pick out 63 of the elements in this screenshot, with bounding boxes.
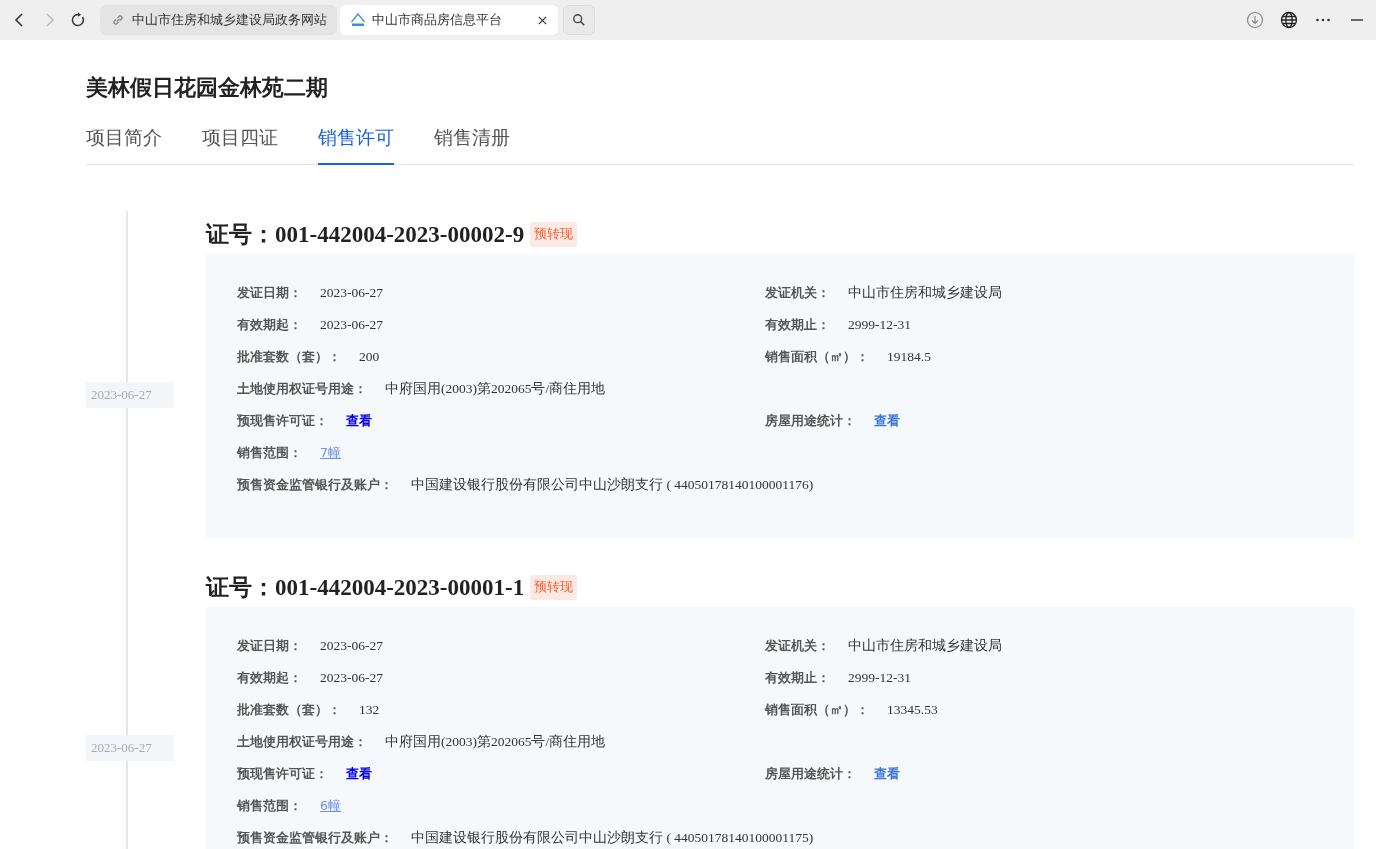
- permit-number: 证号：001-442004-2023-00002-9: [206, 220, 525, 249]
- field-label: 销售范围：: [237, 444, 302, 462]
- search-icon: [572, 13, 586, 27]
- reload-icon[interactable]: [70, 12, 86, 28]
- field-label: 预售资金监管银行及账户：: [237, 476, 393, 494]
- browser-tab[interactable]: 中山市商品房信息平台: [340, 5, 558, 35]
- house-icon: [350, 12, 366, 28]
- field-label: 预售资金监管银行及账户：: [237, 829, 393, 847]
- field-value: 2999-12-31: [848, 317, 911, 333]
- field-value: 中国建设银行股份有限公司中山沙朗支行 ( 44050178140100001176): [411, 476, 814, 494]
- download-icon[interactable]: [1246, 11, 1264, 29]
- project-title: 美林假日花园金林苑二期: [86, 74, 329, 102]
- view-link[interactable]: 查看: [346, 765, 372, 783]
- status-tag: 预转现: [530, 574, 578, 600]
- field-label: 销售范围：: [237, 797, 302, 815]
- field-label: 预现售许可证：: [237, 412, 328, 430]
- search-button[interactable]: [563, 5, 595, 35]
- field-value: 2023-06-27: [320, 317, 383, 333]
- field-label: 批准套数（套）：: [237, 348, 341, 366]
- field-value: 2999-12-31: [848, 670, 911, 686]
- field-label: 有效期起：: [237, 669, 302, 687]
- tab[interactable]: 销售清册: [434, 125, 510, 165]
- field-label: 销售面积（㎡）：: [765, 701, 869, 719]
- status-tag: 预转现: [530, 221, 578, 247]
- field-value: 132: [359, 702, 380, 718]
- field-label: 有效期止：: [765, 316, 830, 334]
- field-label: 销售面积（㎡）：: [765, 348, 869, 366]
- field-label: 房屋用途统计：: [765, 412, 856, 430]
- field-value: 中山市住房和城乡建设局: [848, 637, 1002, 655]
- field-label: 土地使用权证号用途：: [237, 733, 367, 751]
- globe-icon[interactable]: [1280, 11, 1298, 29]
- browser-tab[interactable]: 中山市住房和城乡建设局政务网站: [100, 5, 337, 35]
- view-link[interactable]: 查看: [346, 412, 372, 430]
- field-value: 200: [359, 349, 380, 365]
- tab[interactable]: 项目简介: [86, 125, 162, 165]
- field-label: 土地使用权证号用途：: [237, 380, 367, 398]
- field-label: 发证日期：: [237, 637, 302, 655]
- field-label: 预现售许可证：: [237, 765, 328, 783]
- field-value: 2023-06-27: [320, 670, 383, 686]
- link-icon: [110, 12, 126, 28]
- field-value: 13345.53: [887, 702, 938, 718]
- field-label: 房屋用途统计：: [765, 765, 856, 783]
- field-value: 中府国用(2003)第202065号/商住用地: [385, 733, 606, 751]
- field-value: 2023-06-27: [320, 638, 383, 654]
- date-badge: 2023-06-27: [86, 734, 174, 761]
- field-value: 中山市住房和城乡建设局: [848, 284, 1002, 302]
- field-label: 有效期起：: [237, 316, 302, 334]
- tab[interactable]: 项目四证: [202, 125, 278, 165]
- field-label: 发证机关：: [765, 637, 830, 655]
- view-link[interactable]: 查看: [874, 765, 900, 783]
- close-icon[interactable]: [537, 14, 548, 26]
- field-label: 发证日期：: [237, 284, 302, 302]
- permit-number: 证号：001-442004-2023-00001-1: [206, 573, 525, 602]
- field-value: 中国建设银行股份有限公司中山沙朗支行 ( 44050178140100001175): [411, 829, 814, 847]
- field-label: 批准套数（套）：: [237, 701, 341, 719]
- view-link[interactable]: 查看: [874, 412, 900, 430]
- field-value: 中府国用(2003)第202065号/商住用地: [385, 380, 606, 398]
- field-value: 2023-06-27: [320, 285, 383, 301]
- date-badge: 2023-06-27: [86, 381, 174, 408]
- field-value: 19184.5: [887, 349, 931, 365]
- field-label: 发证机关：: [765, 284, 830, 302]
- field-label: 有效期止：: [765, 669, 830, 687]
- tab[interactable]: 销售许可: [318, 125, 394, 165]
